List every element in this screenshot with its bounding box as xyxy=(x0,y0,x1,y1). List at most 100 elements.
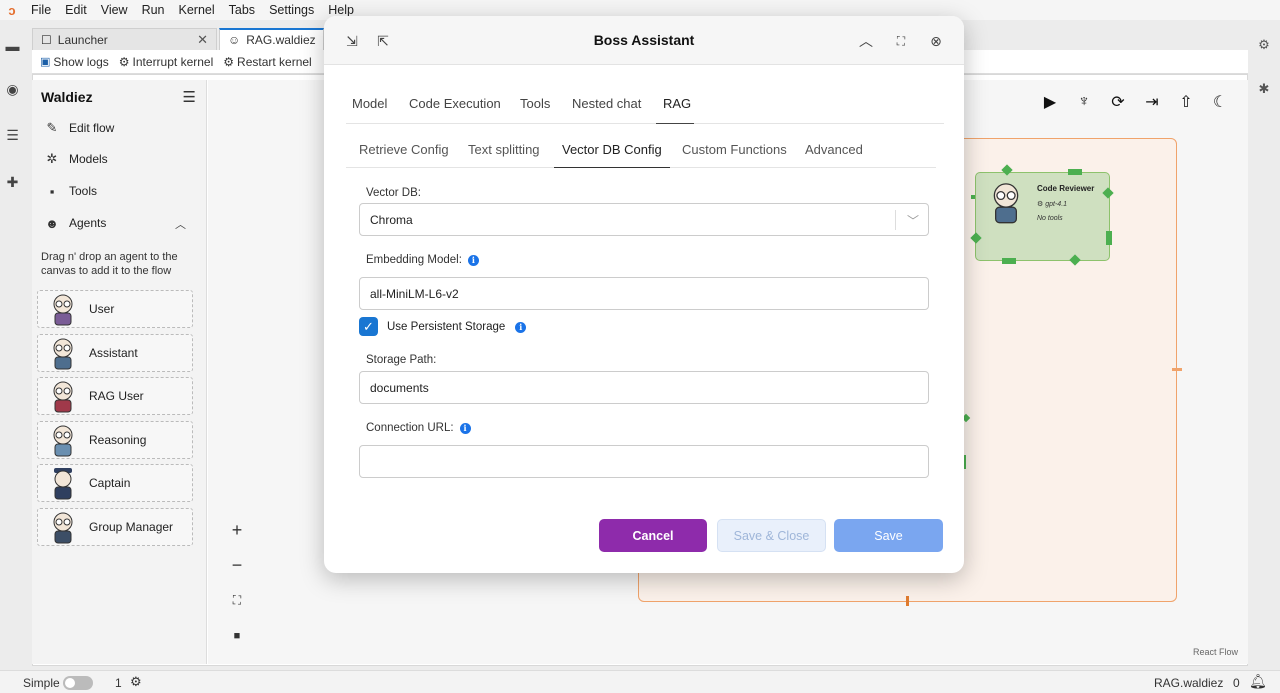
external-link-icon: ☐ xyxy=(41,32,52,47)
node-handle[interactable] xyxy=(1068,169,1082,175)
zoom-in-icon[interactable]: + xyxy=(222,513,252,548)
sidebar-item-tools[interactable]: ▪ Tools xyxy=(45,181,97,201)
sidebar-item-edit-flow[interactable]: ✎ Edit flow xyxy=(45,118,115,138)
code-reviewer-avatar-icon xyxy=(993,183,1019,224)
convert-icon[interactable]: ⟳ xyxy=(1108,92,1128,112)
node-handle[interactable] xyxy=(971,195,975,199)
group-resize-handle[interactable] xyxy=(906,596,909,606)
tab-rag[interactable]: RAG xyxy=(656,96,694,124)
sidebar-item-agents[interactable]: ☻ Agents xyxy=(45,213,106,233)
group-resize-handle[interactable] xyxy=(1172,368,1182,371)
info-icon[interactable]: i xyxy=(467,254,479,266)
property-inspector-icon[interactable]: ⚙ xyxy=(1256,37,1272,53)
menu-view[interactable]: View xyxy=(94,3,135,17)
show-logs-button[interactable]: ▣ Show logs xyxy=(40,55,109,69)
zoom-out-icon[interactable]: − xyxy=(222,548,252,583)
subtab-vector-db-config[interactable]: Vector DB Config xyxy=(554,142,670,168)
save-close-button[interactable]: Save & Close xyxy=(717,519,826,552)
vector-db-select[interactable]: Chroma ﹀ xyxy=(359,203,929,236)
menu-kernel[interactable]: Kernel xyxy=(172,3,222,17)
interrupt-kernel-button[interactable]: ⚙ Interrupt kernel xyxy=(119,55,213,69)
tab-nested-chat[interactable]: Nested chat xyxy=(572,96,641,124)
agent-assistant[interactable]: Assistant xyxy=(37,334,193,372)
persistent-storage-checkbox[interactable]: ✓ xyxy=(359,317,378,336)
tab-rag-label: RAG.waldiez xyxy=(246,33,316,47)
hamburger-icon[interactable]: ☰ xyxy=(183,88,196,106)
import-icon[interactable]: ⇥ xyxy=(1142,92,1162,112)
chevron-up-icon[interactable]: ︿ xyxy=(857,32,875,50)
python-icon[interactable]: ♆ xyxy=(1074,92,1094,112)
tab-model[interactable]: Model xyxy=(352,96,387,124)
cancel-button[interactable]: Cancel xyxy=(599,519,707,552)
lock-icon[interactable]: ■ xyxy=(222,618,252,653)
group-manager-avatar-icon xyxy=(53,512,73,544)
menu-file[interactable]: File xyxy=(24,3,58,17)
menu-help[interactable]: Help xyxy=(321,3,361,17)
tab-rag-waldiez[interactable]: ☺ RAG.waldiez xyxy=(219,28,324,50)
agent-label: User xyxy=(89,302,115,316)
menu-edit[interactable]: Edit xyxy=(58,3,94,17)
fullscreen-icon[interactable]: ⛶ xyxy=(892,32,910,50)
agent-user[interactable]: User xyxy=(37,290,193,328)
sidebar-item-models[interactable]: ✲ Models xyxy=(45,149,108,169)
agent-group-manager[interactable]: Group Manager xyxy=(37,508,193,546)
menu-settings[interactable]: Settings xyxy=(262,3,321,17)
storage-path-label: Storage Path: xyxy=(366,354,437,366)
subtab-advanced[interactable]: Advanced xyxy=(805,142,863,168)
notification-count[interactable]: 0 xyxy=(1233,676,1240,690)
extension-icon[interactable]: ✚ xyxy=(5,174,20,190)
rag-user-avatar-icon xyxy=(53,381,73,413)
dark-mode-icon[interactable]: ☾ xyxy=(1210,92,1230,112)
sidebar-item-label: Tools xyxy=(69,184,98,198)
connection-url-input[interactable] xyxy=(359,445,929,478)
debugger-icon[interactable]: ✱ xyxy=(1256,81,1272,97)
running-icon[interactable]: ◉ xyxy=(5,81,20,97)
toc-icon[interactable]: ☰ xyxy=(5,127,20,143)
close-icon[interactable]: ✕ xyxy=(197,32,208,48)
kernel-gear-icon[interactable]: ⚙ xyxy=(130,674,142,690)
right-activity-bar: ⚙ ✱ xyxy=(1248,20,1280,670)
sidebar-item-label: Agents xyxy=(69,216,107,230)
kernel-count[interactable]: 1 xyxy=(115,676,122,690)
embedding-model-input[interactable]: all-MiniLM-L6-v2 xyxy=(359,277,929,310)
node-tools: No tools xyxy=(1037,215,1063,222)
tab-launcher-label: Launcher xyxy=(57,32,108,47)
close-icon[interactable]: ⊗ xyxy=(927,32,945,50)
info-icon[interactable]: i xyxy=(515,321,527,333)
agent-reasoning[interactable]: Reasoning xyxy=(37,421,193,459)
canvas-toolbar: ▶ ♆ ⟳ ⇥ ⇧ ☾ xyxy=(1040,92,1230,112)
fit-view-icon[interactable]: ⛶ xyxy=(222,583,252,618)
agent-label: Assistant xyxy=(89,346,138,360)
tab-tools[interactable]: Tools xyxy=(520,96,550,124)
tab-code-execution[interactable]: Code Execution xyxy=(409,96,501,124)
save-button[interactable]: Save xyxy=(834,519,943,552)
react-flow-attribution[interactable]: React Flow xyxy=(1193,647,1238,657)
node-model: ⚙ gpt-4.1 xyxy=(1037,201,1068,208)
persistent-storage-label: Use Persistent Storage i xyxy=(387,321,527,333)
menu-tabs[interactable]: Tabs xyxy=(222,3,262,17)
tab-launcher[interactable]: ☐ Launcher ✕ xyxy=(32,28,217,50)
subtab-text-splitting[interactable]: Text splitting xyxy=(468,142,540,168)
jupyter-logo-icon: ↄ xyxy=(8,2,16,18)
menu-run[interactable]: Run xyxy=(135,3,172,17)
export-icon[interactable]: ⇧ xyxy=(1176,92,1196,112)
restart-kernel-button[interactable]: ⚙ Restart kernel xyxy=(223,55,311,69)
gear-icon: ⚙ xyxy=(223,54,235,69)
info-icon[interactable]: i xyxy=(459,422,471,434)
subtab-retrieve-config[interactable]: Retrieve Config xyxy=(359,142,449,168)
agent-captain[interactable]: Captain xyxy=(37,464,193,502)
agent-rag-user[interactable]: RAG User xyxy=(37,377,193,415)
play-icon[interactable]: ▶ xyxy=(1040,92,1060,112)
sidebar-title: Waldiez xyxy=(41,89,93,105)
node-handle[interactable] xyxy=(1106,231,1112,245)
chevron-down-icon[interactable]: ﹀ xyxy=(907,212,919,229)
bell-icon[interactable]: 🔔︎ xyxy=(1249,673,1267,690)
folder-icon[interactable]: ▬ xyxy=(5,38,20,54)
storage-path-input[interactable]: documents xyxy=(359,371,929,404)
node-handle[interactable] xyxy=(1002,258,1016,264)
simple-mode-toggle[interactable] xyxy=(63,676,93,690)
agent-label: Captain xyxy=(89,476,131,490)
subtab-custom-functions[interactable]: Custom Functions xyxy=(682,142,787,168)
chevron-up-icon[interactable]: ︿ xyxy=(175,216,186,232)
assistant-avatar-icon xyxy=(53,338,73,370)
